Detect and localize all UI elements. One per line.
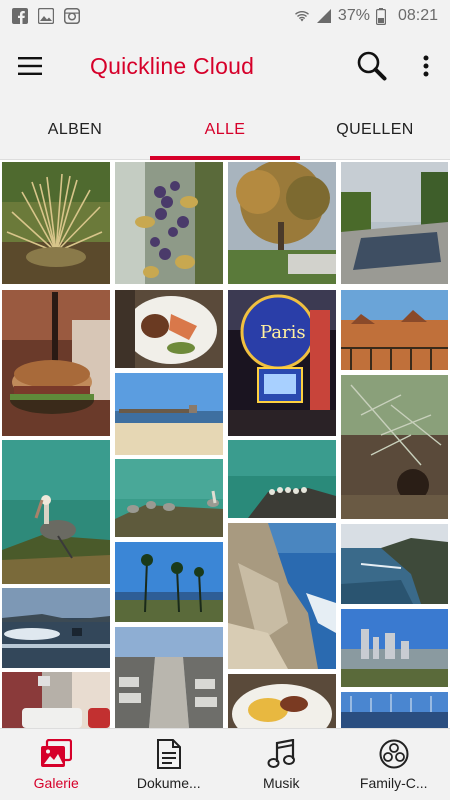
photo-gallery[interactable]: Paris	[0, 160, 450, 728]
photo-ocean-sunset[interactable]	[2, 588, 110, 668]
photo-empty-pool[interactable]	[341, 162, 448, 284]
gallery-icon	[38, 8, 54, 24]
photo-desert-landscape[interactable]	[341, 290, 448, 370]
photo-harbor-boats[interactable]	[341, 692, 448, 728]
search-button[interactable]	[352, 46, 392, 86]
photo-street-taxi[interactable]	[2, 672, 110, 728]
notification-icons	[12, 8, 80, 24]
tab-alben[interactable]: ALBEN	[0, 100, 150, 160]
wifi-icon	[294, 11, 309, 22]
photo-dinner-plate[interactable]	[115, 290, 223, 368]
photo-parked-cars-street[interactable]	[115, 627, 223, 728]
tab-bar: ALBEN ALLE QUELLEN	[0, 100, 450, 160]
photo-palm-trees-coast[interactable]	[115, 542, 223, 622]
system-status: 37% 08:21	[294, 7, 438, 25]
battery-icon	[375, 7, 386, 25]
photo-breakfast-plate[interactable]	[228, 674, 336, 728]
nav-musik[interactable]: Musik	[225, 729, 338, 800]
photo-grape-vine[interactable]	[115, 162, 223, 284]
more-vert-icon	[423, 55, 429, 77]
app-bar: Quickline Cloud	[0, 32, 450, 100]
photo-pelican[interactable]	[2, 440, 110, 584]
app-title: Quickline Cloud	[90, 52, 255, 79]
tab-quellen[interactable]: QUELLEN	[300, 100, 450, 160]
photo-city-view[interactable]	[341, 609, 448, 687]
photo-autumn-tree[interactable]	[228, 162, 336, 284]
nav-family-cloud-label: Family-C...	[359, 774, 428, 791]
document-icon	[156, 738, 181, 769]
photo-cliff-rocks[interactable]	[228, 523, 336, 669]
nav-family-cloud[interactable]: Family-C...	[338, 729, 450, 800]
family-icon	[379, 739, 409, 768]
hamburger-icon	[18, 57, 42, 75]
clock: 08:21	[397, 7, 438, 24]
bottom-navigation: Galerie Dokume... Musik Family-C...	[0, 728, 450, 800]
nav-galerie-label: Galerie	[33, 774, 79, 791]
nav-dokumente-label: Dokume...	[136, 774, 201, 791]
tab-alle[interactable]: ALLE	[150, 100, 300, 160]
signal-icon	[316, 9, 331, 23]
photo-pelicans-rocks[interactable]	[115, 459, 223, 537]
facebook-icon	[12, 8, 28, 24]
menu-button[interactable]	[0, 32, 60, 100]
gallery-icon	[41, 738, 73, 767]
photo-pine-branch[interactable]	[341, 375, 448, 519]
photo-grass-plant[interactable]	[2, 162, 110, 284]
nav-dokumente[interactable]: Dokume...	[113, 729, 226, 800]
instagram-icon	[64, 8, 80, 24]
music-icon	[267, 738, 296, 768]
nav-musik-label: Musik	[262, 774, 300, 791]
svg-text:Paris: Paris	[260, 322, 306, 343]
photo-beach-pier[interactable]	[115, 373, 223, 455]
more-options-button[interactable]	[414, 46, 438, 86]
photo-burger[interactable]	[2, 290, 110, 436]
battery-percent: 37%	[337, 7, 370, 24]
status-bar: 37% 08:21	[0, 0, 450, 32]
search-icon	[357, 51, 387, 81]
nav-galerie[interactable]: Galerie	[0, 729, 113, 800]
photo-paris-las-vegas-sign[interactable]: Paris	[228, 290, 336, 436]
photo-sea-lions-rock[interactable]	[228, 440, 336, 518]
photo-coastline[interactable]	[341, 524, 448, 604]
